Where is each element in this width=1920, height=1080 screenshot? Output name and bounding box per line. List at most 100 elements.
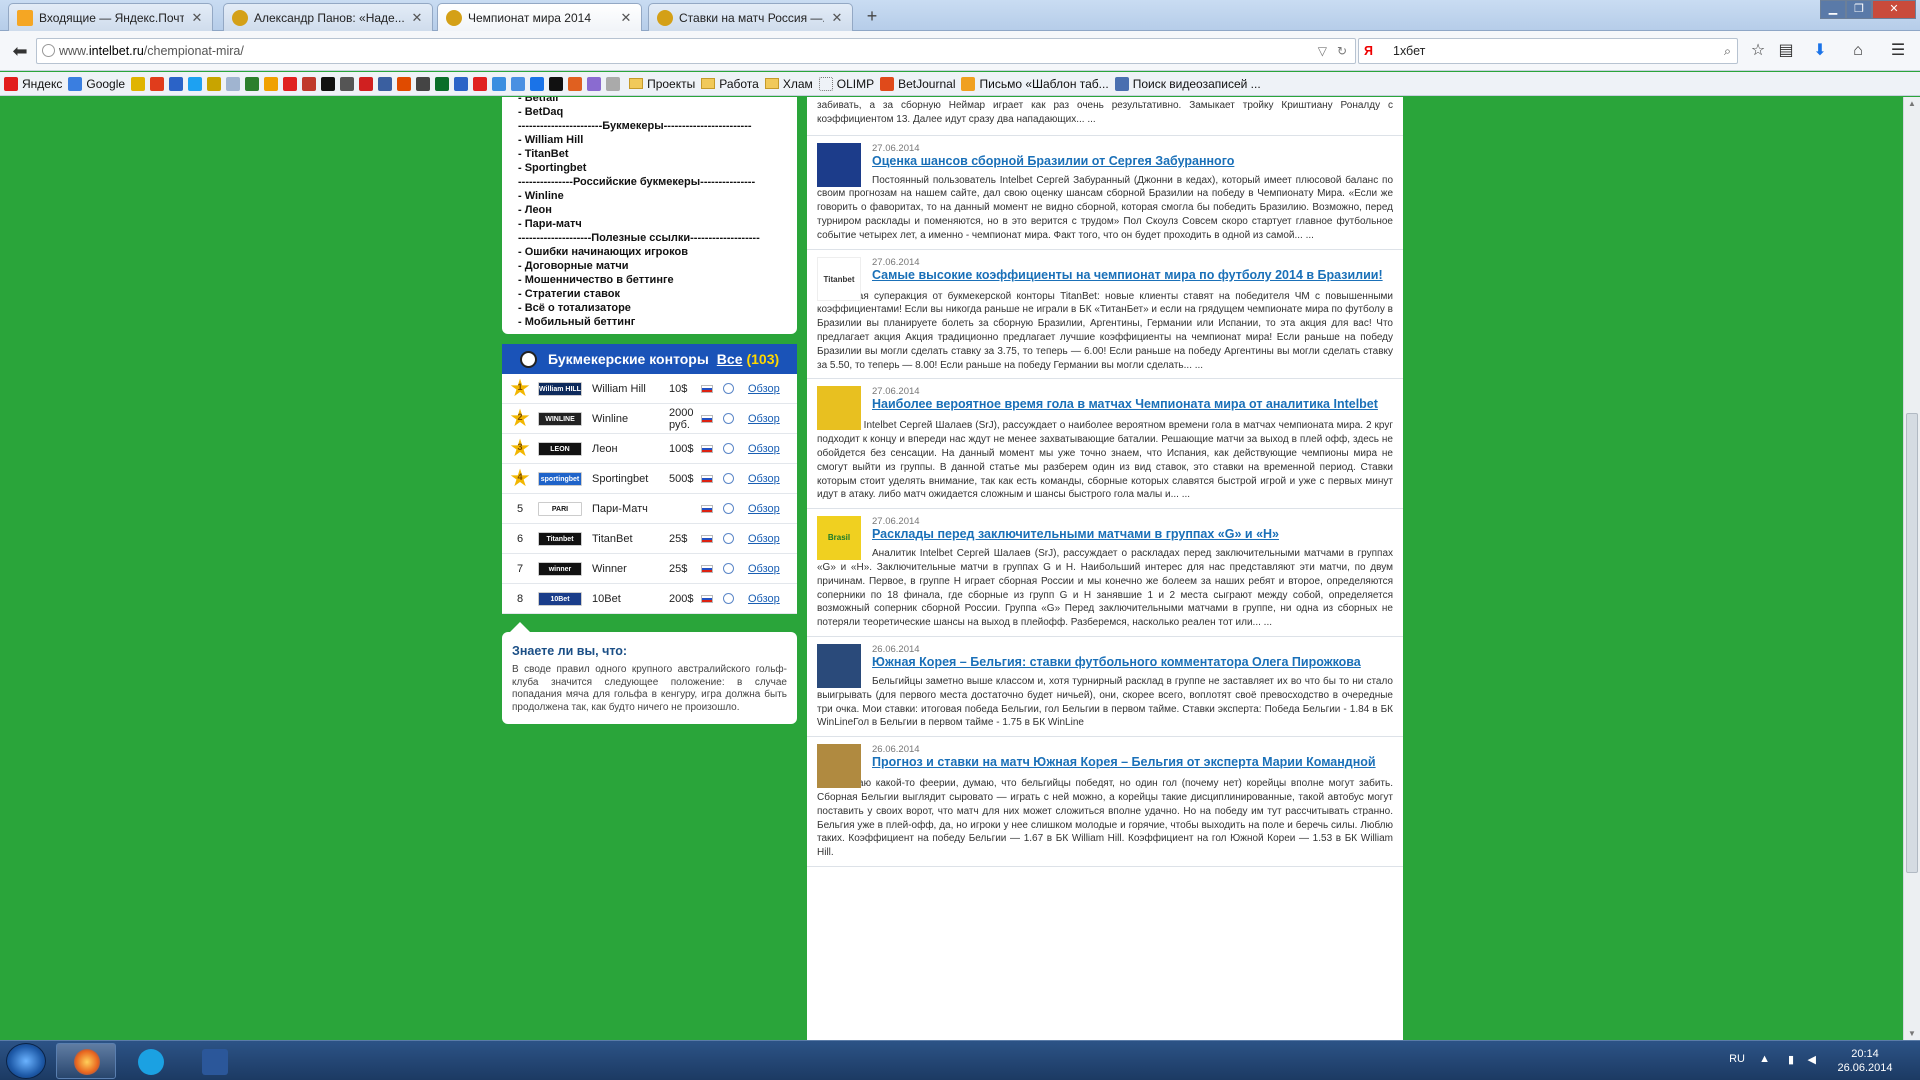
article-thumbnail[interactable] [817, 744, 861, 789]
bookmark-favicon-icon[interactable] [492, 76, 507, 91]
sidebar-link[interactable]: - BetDaq [518, 105, 781, 119]
bookmark-favicon-icon[interactable] [435, 76, 450, 91]
bookmark-favicon-icon[interactable] [226, 76, 241, 91]
bookmark-video-search[interactable]: Поиск видеозаписей ... [1114, 76, 1261, 91]
article-title-link[interactable]: Расклады перед заключительными матчами в… [872, 528, 1393, 541]
bookmaker-logo[interactable]: 10Bet [538, 591, 582, 606]
review-link[interactable]: Обзор [748, 593, 780, 605]
article-title-link[interactable]: Самые высокие коэффициенты на чемпионат … [872, 268, 1393, 282]
bookmaker-logo[interactable]: PARI MATCH [538, 501, 582, 516]
new-tab-button[interactable]: + [860, 4, 884, 28]
sidebar-link[interactable]: - Договорные матчи [518, 259, 781, 273]
scrollbar-thumb[interactable] [1906, 413, 1918, 873]
bookmark-favicon-icon[interactable] [131, 76, 146, 91]
yandex-search-icon[interactable]: Я [1364, 39, 1373, 63]
article-thumbnail[interactable] [817, 386, 861, 431]
address-bar[interactable]: www.intelbet.ru/chempionat-mira/ ▽ ↻ [36, 38, 1356, 64]
bookmark-favicon-icon[interactable] [169, 76, 184, 91]
network-icon[interactable]: ▮ [1788, 1053, 1794, 1066]
dropdown-arrow-icon[interactable]: ▽ [1318, 39, 1327, 63]
bookmark-favicon-icon[interactable] [587, 76, 602, 91]
bookmaker-logo[interactable]: WINLINE [538, 411, 582, 426]
close-icon[interactable]: ✕ [410, 10, 424, 26]
sidebar-link[interactable]: - Sportingbet [518, 161, 781, 175]
tab-russia-match-bets[interactable]: Ставки на матч Россия —... ✕ [648, 3, 853, 31]
review-link[interactable]: Обзор [748, 443, 780, 455]
bookmark-favicon-icon[interactable] [245, 76, 260, 91]
start-button[interactable] [6, 1043, 46, 1079]
tray-expand-icon[interactable]: ▲ [1759, 1053, 1770, 1065]
page-scrollbar[interactable]: ▲ ▼ [1903, 97, 1920, 1040]
review-link[interactable]: Обзор [748, 473, 780, 485]
sidebar-link[interactable]: - Мобильный беттинг [518, 315, 781, 329]
review-link[interactable]: Обзор [748, 413, 780, 425]
article-title-link[interactable]: Южная Корея – Бельгия: ставки футбольног… [872, 655, 1393, 669]
bookmaker-logo[interactable]: LEON [538, 441, 582, 456]
bookmark-folder-projects[interactable]: Проекты [629, 77, 695, 91]
bookmark-betjournal[interactable]: BetJournal [880, 76, 955, 91]
review-link[interactable]: Обзор [748, 383, 780, 395]
taskbar-skype[interactable] [120, 1043, 180, 1079]
bookmark-favicon-icon[interactable] [321, 76, 336, 91]
bookmark-favicon-icon[interactable] [606, 76, 621, 91]
tab-yandex-mail[interactable]: Входящие — Яндекс.Почта ✕ [8, 3, 213, 31]
article-title-link[interactable]: Оценка шансов сборной Бразилии от Сергея… [872, 154, 1393, 168]
sidebar-link[interactable]: - Betfair [518, 97, 781, 105]
bookmark-favicon-icon[interactable] [359, 76, 374, 91]
close-icon[interactable]: ✕ [190, 10, 204, 26]
scroll-up-icon[interactable]: ▲ [1904, 99, 1920, 108]
sidebar-link[interactable]: - Winline [518, 189, 781, 203]
bookmark-favicon-icon[interactable] [568, 76, 583, 91]
home-icon[interactable]: ⌂ [1846, 39, 1870, 63]
sidebar-link[interactable]: - Стратегии ставок [518, 287, 781, 301]
clock[interactable]: 20:14 26.06.2014 [1830, 1047, 1900, 1075]
menu-icon[interactable]: ☰ [1886, 39, 1910, 63]
bookmark-favicon-icon[interactable] [416, 76, 431, 91]
bookmaker-logo[interactable]: Titanbet [538, 531, 582, 546]
article-thumbnail[interactable]: Titanbet [817, 256, 861, 301]
bookmark-olimp[interactable]: OLIMP [818, 76, 874, 91]
scroll-down-icon[interactable]: ▼ [1904, 1029, 1920, 1038]
bookmark-favicon-icon[interactable] [283, 76, 298, 91]
bookmark-letter-template[interactable]: Письмо «Шаблон таб... [961, 76, 1109, 91]
back-button[interactable]: ⬅ [6, 37, 34, 65]
language-indicator[interactable]: RU [1729, 1053, 1745, 1065]
bookmaker-logo[interactable]: winner [538, 561, 582, 576]
bookmark-favicon-icon[interactable] [473, 76, 488, 91]
taskbar-firefox[interactable] [56, 1043, 116, 1079]
bookmarks-menu-icon[interactable]: ▤ [1774, 39, 1798, 63]
bookmark-favicon-icon[interactable] [397, 76, 412, 91]
bookmark-favicon-icon[interactable] [302, 76, 317, 91]
bookmark-favicon-icon[interactable] [511, 76, 526, 91]
bookmark-yandex[interactable]: Яндекс [4, 76, 62, 91]
taskbar-word[interactable] [184, 1043, 244, 1079]
bookmark-favicon-icon[interactable] [264, 76, 279, 91]
reload-icon[interactable]: ↻ [1337, 39, 1347, 63]
close-icon[interactable]: ✕ [619, 10, 633, 26]
bookmark-star-icon[interactable]: ☆ [1746, 39, 1770, 63]
review-link[interactable]: Обзор [748, 533, 780, 545]
bookmark-folder-work[interactable]: Работа [701, 77, 759, 91]
search-bar[interactable]: Я 1хбет ⌕ [1358, 38, 1738, 64]
bookmark-favicon-icon[interactable] [530, 76, 545, 91]
sidebar-link[interactable]: - Всё о тотализаторе [518, 301, 781, 315]
bookmark-favicon-icon[interactable] [150, 76, 165, 91]
article-thumbnail[interactable]: Brasil [817, 516, 861, 561]
tab-panov[interactable]: Александр Панов: «Наде... ✕ [223, 3, 433, 31]
bookmark-favicon-icon[interactable] [207, 76, 222, 91]
sidebar-link[interactable]: - William Hill [518, 133, 781, 147]
close-icon[interactable]: ✕ [830, 10, 844, 26]
tab-world-cup-2014[interactable]: Чемпионат мира 2014 ✕ [437, 3, 642, 31]
article-thumbnail[interactable] [817, 142, 861, 187]
bookmark-google[interactable]: Google [68, 76, 125, 91]
maximize-button[interactable]: ❐ [1846, 0, 1872, 19]
review-link[interactable]: Обзор [748, 503, 780, 515]
sidebar-link[interactable]: - TitanBet [518, 147, 781, 161]
minimize-button[interactable]: ▁ [1820, 0, 1846, 19]
sidebar-link[interactable]: - Пари-матч [518, 217, 781, 231]
bookmark-favicon-icon[interactable] [188, 76, 203, 91]
bookmark-folder-junk[interactable]: Хлам [764, 77, 813, 91]
bookmark-favicon-icon[interactable] [340, 76, 355, 91]
bookmark-favicon-icon[interactable] [378, 76, 393, 91]
article-title-link[interactable]: Прогноз и ставки на матч Южная Корея – Б… [872, 756, 1393, 769]
